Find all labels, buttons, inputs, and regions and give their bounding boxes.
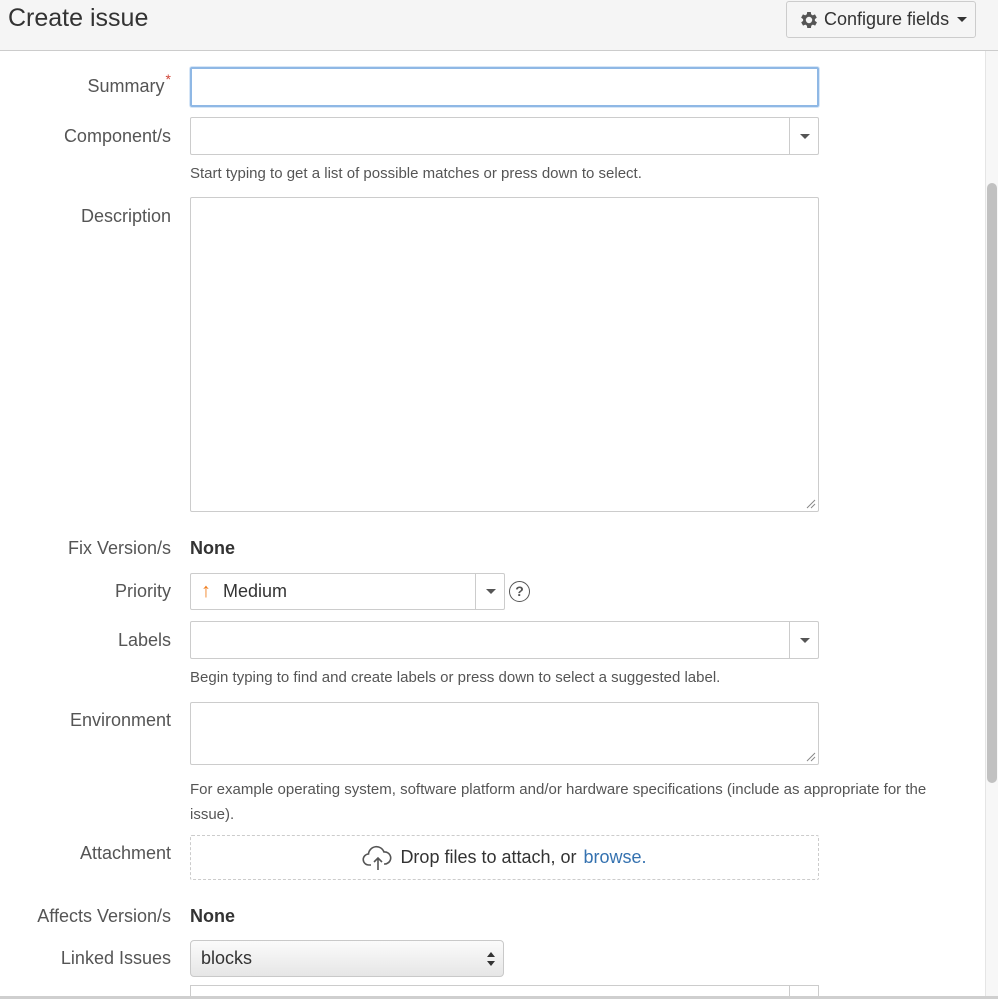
scrollbar-thumb[interactable] bbox=[987, 183, 997, 783]
browse-link[interactable]: browse. bbox=[584, 847, 647, 868]
environment-textarea[interactable] bbox=[190, 702, 819, 765]
dialog-header: Create issue Configure fields bbox=[0, 0, 998, 51]
cloud-upload-icon bbox=[362, 845, 392, 870]
page-title: Create issue bbox=[8, 4, 149, 32]
affects-versions-value: None bbox=[190, 906, 235, 926]
resize-handle-icon[interactable] bbox=[806, 752, 816, 762]
labels-help-text: Begin typing to find and create labels o… bbox=[190, 669, 721, 686]
priority-value: Medium bbox=[223, 581, 288, 601]
configure-fields-label: Configure fields bbox=[824, 9, 950, 29]
arrow-up-icon: ↑ bbox=[201, 580, 211, 602]
description-label: Description bbox=[80, 206, 171, 226]
summary-label: Summary* bbox=[87, 71, 171, 96]
labels-dropdown-trigger[interactable] bbox=[789, 621, 819, 659]
fix-versions-label: Fix Version/s bbox=[67, 538, 171, 558]
required-marker: * bbox=[165, 71, 171, 87]
components-help-text: Start typing to get a list of possible m… bbox=[190, 165, 642, 182]
components-input[interactable] bbox=[190, 117, 819, 155]
chevron-down-icon bbox=[957, 17, 968, 22]
chevron-down-icon bbox=[799, 133, 810, 139]
resize-handle-icon[interactable] bbox=[806, 499, 816, 509]
fix-versions-value: None bbox=[190, 538, 235, 558]
environment-help-line: issue). bbox=[190, 806, 235, 823]
attachment-label: Attachment bbox=[79, 843, 171, 863]
environment-help-text: For example operating system, software p… bbox=[190, 777, 926, 827]
affects-versions-label: Affects Version/s bbox=[37, 906, 171, 926]
labels-input[interactable] bbox=[190, 621, 819, 659]
linked-issues-selected: blocks bbox=[201, 948, 253, 968]
question-circle-icon[interactable]: ? bbox=[509, 581, 530, 602]
chevron-down-icon bbox=[485, 589, 496, 594]
environment-label: Environment bbox=[69, 710, 171, 730]
linked-issues-select[interactable]: blocks bbox=[190, 940, 504, 977]
components-label: Component/s bbox=[63, 126, 171, 146]
priority-dropdown-trigger[interactable] bbox=[475, 573, 505, 610]
attachment-dropzone[interactable]: Drop files to attach, or browse. bbox=[190, 835, 819, 880]
priority-select[interactable]: ↑ Medium bbox=[190, 573, 505, 610]
linked-issues-label: Linked Issues bbox=[60, 948, 171, 968]
summary-input[interactable] bbox=[190, 67, 819, 107]
gear-icon bbox=[801, 11, 817, 28]
labels-label: Labels bbox=[117, 630, 171, 650]
chevron-down-icon bbox=[799, 637, 810, 643]
components-dropdown-trigger[interactable] bbox=[789, 117, 819, 155]
description-textarea[interactable] bbox=[190, 197, 819, 512]
priority-label: Priority bbox=[114, 581, 171, 601]
attachment-drop-text: Drop files to attach, or bbox=[400, 847, 577, 867]
select-updown-icon bbox=[487, 952, 495, 966]
configure-fields-button[interactable]: Configure fields bbox=[786, 1, 976, 38]
environment-help-line: For example operating system, software p… bbox=[190, 781, 927, 798]
